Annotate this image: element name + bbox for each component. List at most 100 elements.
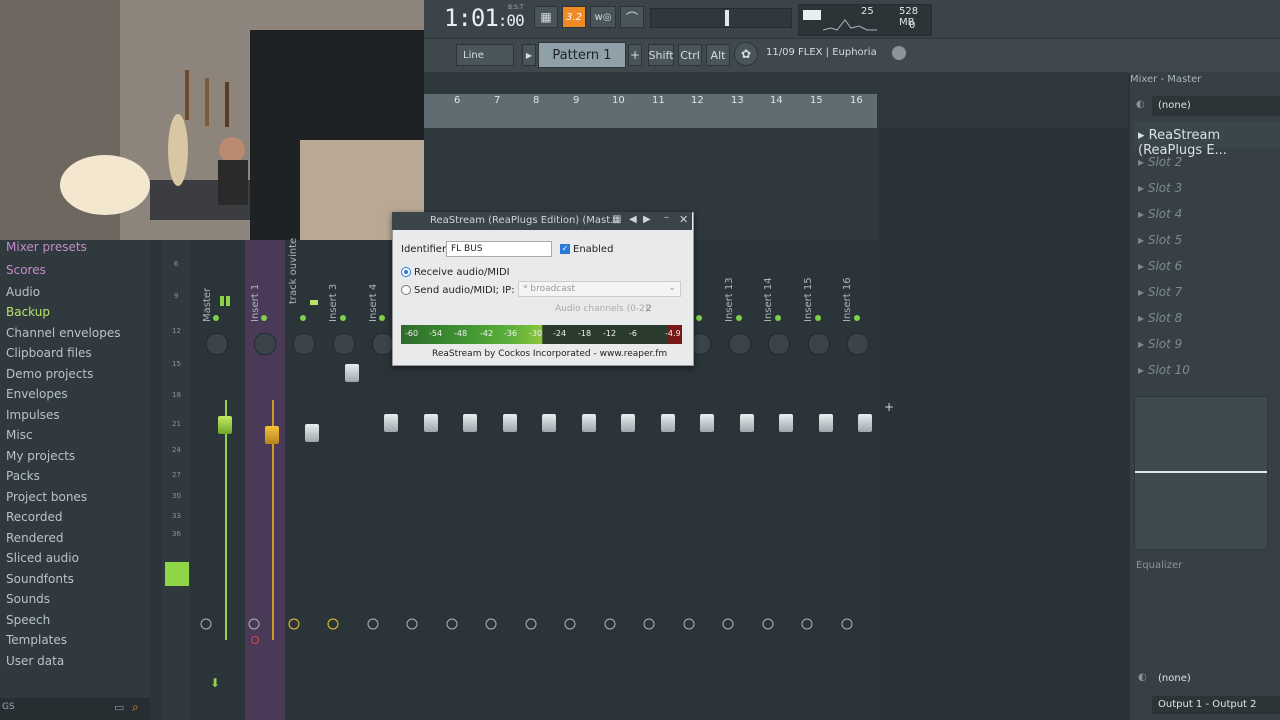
channels-value[interactable]: 2 bbox=[646, 304, 652, 314]
prev-preset-icon[interactable]: ◀ bbox=[629, 214, 637, 225]
equalizer-graph[interactable] bbox=[1134, 396, 1268, 550]
insert-fader[interactable] bbox=[424, 414, 438, 432]
mixer-strip-label[interactable]: Insert 1 bbox=[250, 262, 264, 322]
close-icon[interactable]: ✕ bbox=[679, 213, 688, 226]
identifier-input[interactable]: FL BUS bbox=[446, 241, 552, 257]
insert-fader[interactable] bbox=[542, 414, 556, 432]
plugin-title-bar[interactable]: ReaStream (ReaPlugs Edition) (Mast... ▦ … bbox=[392, 212, 692, 230]
insert-fader[interactable] bbox=[345, 364, 359, 382]
browser-item[interactable]: Envelopes bbox=[6, 387, 68, 401]
strip-enable-led[interactable] bbox=[340, 315, 346, 321]
browser-item[interactable]: Channel envelopes bbox=[6, 326, 120, 340]
pan-knob[interactable] bbox=[729, 333, 751, 355]
insert-fader[interactable] bbox=[384, 414, 398, 432]
browser-item[interactable]: Speech bbox=[6, 613, 50, 627]
insert-fader[interactable] bbox=[621, 414, 635, 432]
mixer-strip-label[interactable]: Insert 15 bbox=[803, 262, 817, 322]
ip-dropdown[interactable]: * broadcast ⌄ bbox=[518, 281, 681, 297]
slot-item[interactable]: ▸ Slot 10 bbox=[1138, 363, 1190, 377]
browser-item[interactable]: User data bbox=[6, 654, 64, 668]
minimize-icon[interactable]: – bbox=[664, 212, 669, 223]
browser-item[interactable]: Sliced audio bbox=[6, 551, 79, 565]
slot-item[interactable]: ▸ Slot 4 bbox=[1138, 207, 1182, 221]
mixer-strip-label[interactable]: track ouvinte bbox=[288, 238, 302, 304]
preset-icon[interactable]: ◐ bbox=[1136, 99, 1145, 110]
pan-knob[interactable] bbox=[333, 333, 355, 355]
search-icon[interactable]: ⌕ bbox=[132, 700, 139, 715]
slot-item[interactable]: ▸ Slot 8 bbox=[1138, 311, 1182, 325]
mixer-strip-label[interactable]: Insert 13 bbox=[724, 262, 738, 322]
next-preset-icon[interactable]: ▶ bbox=[643, 214, 651, 225]
insert-fader[interactable] bbox=[700, 414, 714, 432]
master-volume-slider[interactable] bbox=[650, 8, 792, 28]
insert-fader[interactable] bbox=[265, 426, 279, 444]
mixer-strip-label[interactable]: Insert 3 bbox=[328, 262, 342, 322]
browser-item[interactable]: Audio bbox=[6, 285, 40, 299]
insert-fader[interactable] bbox=[463, 414, 477, 432]
browser-item[interactable]: Sounds bbox=[6, 592, 50, 606]
slot-item[interactable]: ▸ Slot 2 bbox=[1138, 155, 1182, 169]
insert-fader[interactable] bbox=[503, 414, 517, 432]
pan-knob[interactable] bbox=[254, 333, 276, 355]
insert-preset-selector[interactable]: (none) bbox=[1152, 96, 1280, 116]
slot-item[interactable]: ▸ Slot 6 bbox=[1138, 259, 1182, 273]
pan-knob[interactable] bbox=[206, 333, 228, 355]
mixer-strip-label[interactable]: Insert 14 bbox=[763, 262, 777, 322]
insert-fader[interactable] bbox=[305, 424, 319, 442]
browser-item[interactable]: Misc bbox=[6, 428, 33, 442]
enabled-checkbox[interactable]: ✓ bbox=[560, 244, 570, 254]
slot-item[interactable]: ▸ Slot 3 bbox=[1138, 181, 1182, 195]
mixer-strip-label[interactable]: Insert 4 bbox=[368, 262, 382, 322]
strip-enable-led[interactable] bbox=[379, 315, 385, 321]
browser-item[interactable]: Recorded bbox=[6, 510, 62, 524]
browser-item[interactable]: Project bones bbox=[6, 490, 87, 504]
browser-item[interactable]: Clipboard files bbox=[6, 346, 92, 360]
strip-enable-led[interactable] bbox=[300, 315, 306, 321]
strip-enable-led[interactable] bbox=[854, 315, 860, 321]
tempo-tap-button[interactable]: 3.2 bbox=[562, 6, 586, 28]
browser-item[interactable]: My projects bbox=[6, 449, 75, 463]
mixer-strip-label[interactable]: Insert 16 bbox=[842, 262, 856, 322]
insert-fader[interactable] bbox=[819, 414, 833, 432]
strip-enable-led[interactable] bbox=[696, 315, 702, 321]
metronome-icon[interactable]: ⌒ bbox=[620, 6, 644, 28]
wait-icon[interactable]: w◎ bbox=[590, 6, 616, 28]
pan-knob[interactable] bbox=[768, 333, 790, 355]
folder-icon[interactable]: ▭ bbox=[114, 701, 124, 714]
master-fader[interactable] bbox=[218, 416, 232, 434]
shift-button[interactable]: Shift bbox=[648, 44, 674, 66]
insert-fader[interactable] bbox=[858, 414, 872, 432]
browser-item[interactable]: Impulses bbox=[6, 408, 60, 422]
strip-enable-led[interactable] bbox=[736, 315, 742, 321]
output-preset-selector[interactable]: (none) bbox=[1152, 670, 1280, 688]
online-news-icon[interactable]: ✿ bbox=[734, 42, 758, 66]
output-selector[interactable]: Output 1 - Output 2 bbox=[1152, 696, 1280, 714]
ctrl-button[interactable]: Ctrl bbox=[678, 44, 702, 66]
alt-button[interactable]: Alt bbox=[706, 44, 730, 66]
browser-item[interactable]: Packs bbox=[6, 469, 40, 483]
insert-fader[interactable] bbox=[740, 414, 754, 432]
browser-item[interactable]: Soundfonts bbox=[6, 572, 74, 586]
output-preset-icon[interactable]: ◐ bbox=[1138, 672, 1147, 683]
route-arrow-icon[interactable]: ⬇ bbox=[210, 676, 220, 690]
browser-search-bar[interactable]: GS ▭ ⌕ bbox=[0, 698, 150, 720]
pattern-selector[interactable]: Pattern 1 bbox=[538, 42, 626, 68]
master-volume-handle[interactable] bbox=[725, 10, 729, 26]
browser-item[interactable]: Rendered bbox=[6, 531, 63, 545]
strip-enable-led[interactable] bbox=[213, 315, 219, 321]
browser-item[interactable]: Demo projects bbox=[6, 367, 93, 381]
insert-fader[interactable] bbox=[661, 414, 675, 432]
slot-item[interactable]: ▸ Slot 5 bbox=[1138, 233, 1182, 247]
browser-item[interactable]: Templates bbox=[6, 633, 67, 647]
pan-knob[interactable] bbox=[808, 333, 830, 355]
strip-enable-led[interactable] bbox=[775, 315, 781, 321]
record-arm-icon[interactable] bbox=[251, 636, 259, 644]
news-ticker[interactable]: 11/09 FLEX | Euphoria bbox=[766, 47, 877, 58]
keyboard-icon[interactable]: ▦ bbox=[534, 6, 558, 28]
browser-item[interactable]: Scores bbox=[6, 263, 46, 277]
insert-fader[interactable] bbox=[779, 414, 793, 432]
insert-fader[interactable] bbox=[582, 414, 596, 432]
mixer-strip-label[interactable]: Master bbox=[202, 262, 216, 322]
play-arrow-icon[interactable]: ▶ bbox=[522, 44, 536, 66]
browser-item[interactable]: Mixer presets bbox=[6, 240, 87, 254]
